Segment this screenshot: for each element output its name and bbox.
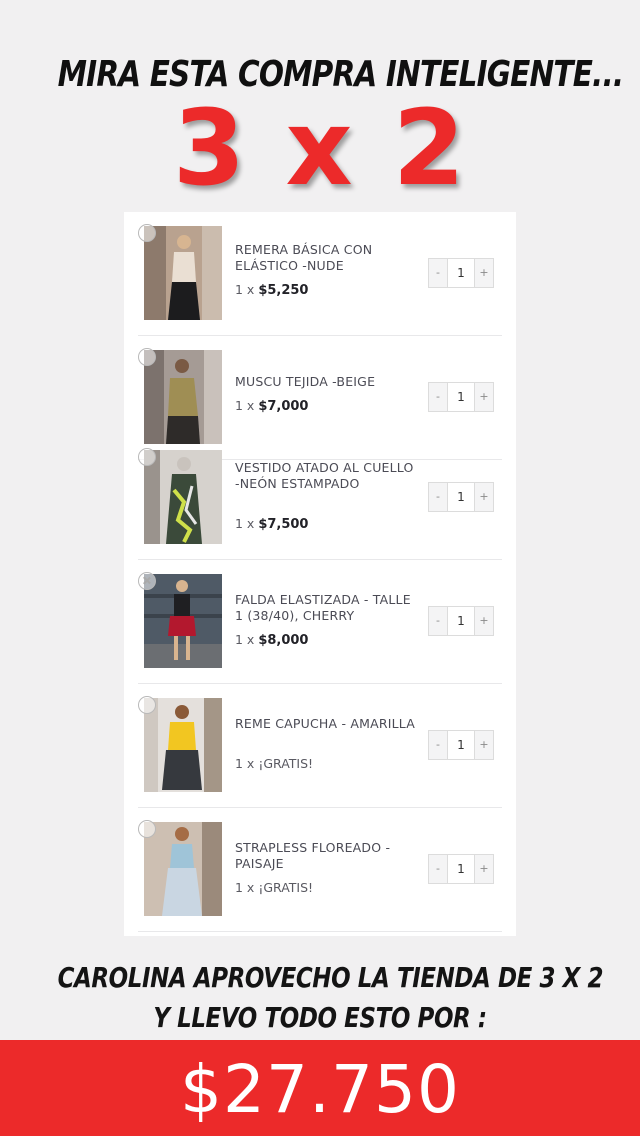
remove-item-icon[interactable]: [138, 820, 156, 838]
promo-caption: CAROLINA APROVECHO LA TIENDA DE 3 X 2 Y …: [0, 958, 640, 1038]
promo-title: 3 x 2: [172, 87, 468, 209]
quantity-stepper: - 1 +: [428, 606, 494, 636]
product-image[interactable]: [144, 350, 222, 444]
remove-item-icon[interactable]: [138, 448, 156, 466]
cart-item: REME CAPUCHA - AMARILLA 1 x ¡GRATIS! - 1…: [124, 684, 516, 808]
product-price: 1 x $8,000: [235, 632, 308, 648]
quantity-input[interactable]: 1: [447, 607, 475, 635]
total-price: $27.750: [180, 1051, 460, 1128]
decrease-button[interactable]: -: [429, 259, 447, 287]
quantity-input[interactable]: 1: [447, 731, 475, 759]
price-value: $7,500: [258, 517, 309, 532]
qty-prefix: 1 x: [235, 880, 255, 895]
quantity-stepper: - 1 +: [428, 730, 494, 760]
decrease-button[interactable]: -: [429, 483, 447, 511]
product-name[interactable]: MUSCU TEJIDA -BEIGE: [235, 374, 415, 390]
product-image[interactable]: [144, 574, 222, 668]
qty-prefix: 1 x: [235, 756, 255, 771]
qty-prefix: 1 x: [235, 516, 255, 531]
product-name[interactable]: FALDA ELASTIZADA - TALLE 1 (38/40), CHER…: [235, 592, 415, 624]
cart-item: REMERA BÁSICA CON ELÁSTICO -NUDE 1 x $5,…: [124, 212, 516, 336]
quantity-stepper: - 1 +: [428, 482, 494, 512]
product-price: 1 x $7,000: [235, 398, 308, 414]
quantity-stepper: - 1 +: [428, 258, 494, 288]
divider: [138, 931, 502, 932]
caption-line-1: CAROLINA APROVECHO LA TIENDA DE 3 X 2: [57, 961, 604, 994]
price-value: $7,000: [258, 399, 309, 414]
remove-item-icon[interactable]: [138, 348, 156, 366]
product-image[interactable]: [144, 698, 222, 792]
increase-button[interactable]: +: [475, 383, 493, 411]
quantity-input[interactable]: 1: [447, 855, 475, 883]
cart-item: STRAPLESS FLOREADO - PAISAJE 1 x ¡GRATIS…: [124, 808, 516, 932]
quantity-input[interactable]: 1: [447, 483, 475, 511]
qty-prefix: 1 x: [235, 632, 255, 647]
increase-button[interactable]: +: [475, 259, 493, 287]
quantity-stepper: - 1 +: [428, 382, 494, 412]
product-price: 1 x ¡GRATIS!: [235, 880, 313, 895]
cart-item: VESTIDO ATADO AL CUELLO -NEÓN ESTAMPADO …: [124, 436, 516, 560]
quantity-input[interactable]: 1: [447, 259, 475, 287]
product-image[interactable]: [144, 450, 222, 544]
cart-list: REMERA BÁSICA CON ELÁSTICO -NUDE 1 x $5,…: [124, 212, 516, 936]
price-value: $8,000: [258, 633, 309, 648]
increase-button[interactable]: +: [475, 855, 493, 883]
product-name[interactable]: REMERA BÁSICA CON ELÁSTICO -NUDE: [235, 242, 415, 274]
remove-item-icon[interactable]: [138, 572, 156, 590]
remove-item-icon[interactable]: [138, 696, 156, 714]
price-value: ¡GRATIS!: [258, 756, 314, 771]
product-price: 1 x $7,500: [235, 516, 308, 532]
product-name[interactable]: VESTIDO ATADO AL CUELLO -NEÓN ESTAMPADO: [235, 460, 415, 492]
caption-line-2: Y LLEVO TODO ESTO POR :: [153, 1001, 487, 1034]
product-name[interactable]: STRAPLESS FLOREADO - PAISAJE: [235, 840, 415, 872]
remove-item-icon[interactable]: [138, 224, 156, 242]
increase-button[interactable]: +: [475, 607, 493, 635]
product-image[interactable]: [144, 226, 222, 320]
product-price: 1 x ¡GRATIS!: [235, 756, 313, 771]
decrease-button[interactable]: -: [429, 607, 447, 635]
decrease-button[interactable]: -: [429, 855, 447, 883]
increase-button[interactable]: +: [475, 731, 493, 759]
qty-prefix: 1 x: [235, 282, 255, 297]
quantity-stepper: - 1 +: [428, 854, 494, 884]
product-name[interactable]: REME CAPUCHA - AMARILLA: [235, 716, 415, 732]
product-image[interactable]: [144, 822, 222, 916]
increase-button[interactable]: +: [475, 483, 493, 511]
qty-prefix: 1 x: [235, 398, 255, 413]
decrease-button[interactable]: -: [429, 731, 447, 759]
quantity-input[interactable]: 1: [447, 383, 475, 411]
price-value: $5,250: [258, 283, 309, 298]
total-banner: $27.750: [0, 1040, 640, 1136]
decrease-button[interactable]: -: [429, 383, 447, 411]
product-price: 1 x $5,250: [235, 282, 308, 298]
price-value: ¡GRATIS!: [258, 880, 314, 895]
cart-item: FALDA ELASTIZADA - TALLE 1 (38/40), CHER…: [124, 560, 516, 684]
